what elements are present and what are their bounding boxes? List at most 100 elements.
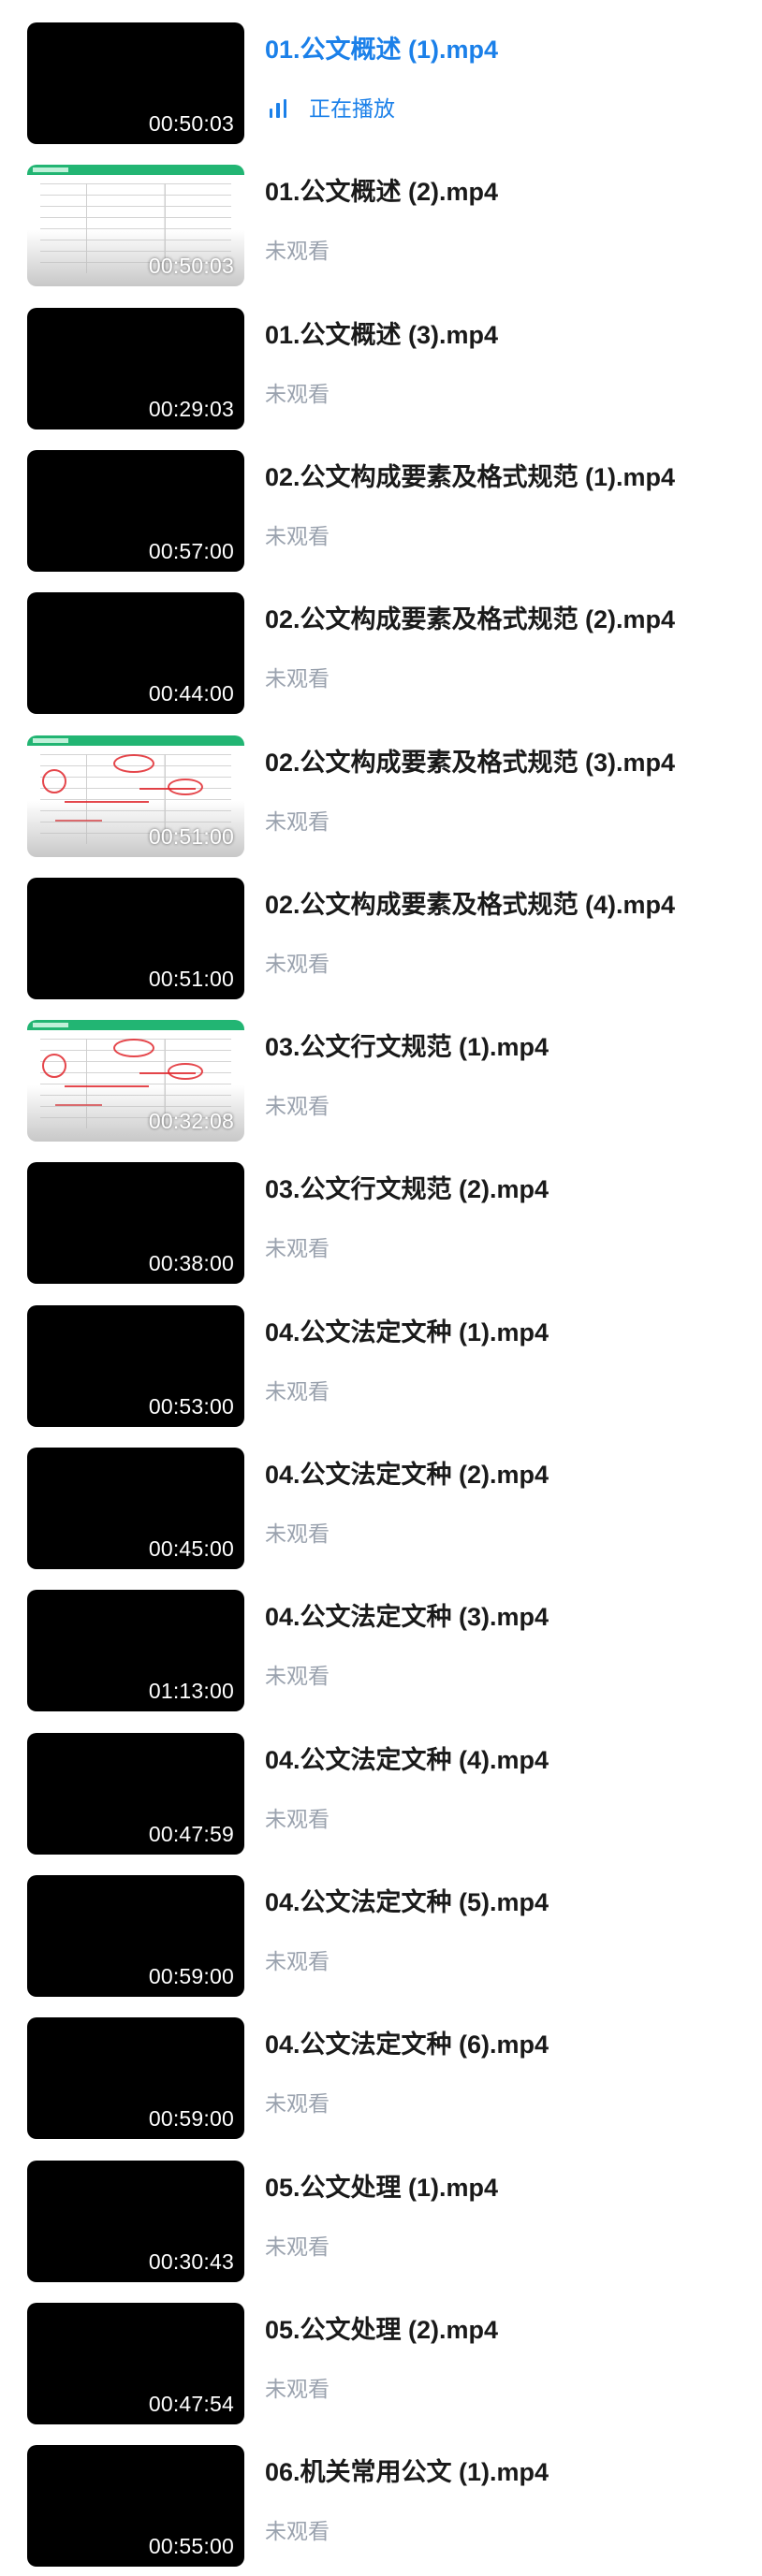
- video-thumbnail[interactable]: 00:50:03: [27, 165, 244, 286]
- video-title[interactable]: 02.公文构成要素及格式规范 (3).mp4: [265, 747, 675, 779]
- video-thumbnail[interactable]: 00:44:00: [27, 592, 244, 714]
- watch-status: 未观看: [265, 2234, 330, 2260]
- video-title[interactable]: 05.公文处理 (2).mp4: [265, 2314, 498, 2346]
- video-title[interactable]: 03.公文行文规范 (1).mp4: [265, 1031, 549, 1063]
- status-label: 未观看: [265, 524, 330, 548]
- status-label: 未观看: [265, 2519, 330, 2543]
- video-duration: 00:59:00: [148, 2106, 234, 2131]
- status-label: 未观看: [265, 1094, 330, 1118]
- status-label: 正在播放: [309, 96, 395, 121]
- playlist-item[interactable]: 00:47:54 05.公文处理 (2).mp4 未观看: [0, 2303, 762, 2434]
- video-playlist: 00:50:03 01.公文概述 (1).mp4 正在播放 00:50:03 01.公文…: [0, 0, 762, 2567]
- video-thumbnail[interactable]: 00:47:59: [27, 1733, 244, 1855]
- video-thumbnail[interactable]: 00:59:00: [27, 2017, 244, 2139]
- video-thumbnail[interactable]: 00:57:00: [27, 450, 244, 572]
- video-thumbnail[interactable]: 00:45:00: [27, 1448, 244, 1569]
- playlist-item[interactable]: 00:51:00 02.公文构成要素及格式规范 (4).mp4 未观看: [0, 878, 762, 1009]
- playlist-item[interactable]: 00:30:43 05.公文处理 (1).mp4 未观看: [0, 2161, 762, 2292]
- video-title[interactable]: 04.公文法定文种 (3).mp4: [265, 1601, 549, 1633]
- video-thumbnail[interactable]: 00:51:00: [27, 735, 244, 857]
- status-label: 未观看: [265, 1521, 330, 1546]
- video-duration: 00:29:03: [148, 397, 234, 421]
- status-label: 未观看: [265, 1949, 330, 1973]
- handwritten-annotation: [139, 1072, 196, 1074]
- watch-status: 未观看: [265, 1378, 330, 1404]
- handwritten-annotation: [113, 754, 154, 773]
- playlist-item[interactable]: 00:32:08 03.公文行文规范 (1).mp4 未观看: [0, 1020, 762, 1151]
- watch-status: 未观看: [265, 1948, 330, 1974]
- playlist-item[interactable]: 00:55:00 06.机关常用公文 (1).mp4 未观看: [0, 2445, 762, 2576]
- slide-header-bar: [27, 165, 244, 175]
- watch-status: 未观看: [265, 1806, 330, 1832]
- playlist-item[interactable]: 00:50:03 01.公文概述 (2).mp4 未观看: [0, 165, 762, 296]
- status-label: 未观看: [265, 1236, 330, 1260]
- status-label: 未观看: [265, 2377, 330, 2401]
- slide-header-bar: [27, 1020, 244, 1030]
- video-title[interactable]: 04.公文法定文种 (1).mp4: [265, 1317, 549, 1348]
- video-title[interactable]: 05.公文处理 (1).mp4: [265, 2172, 498, 2204]
- video-duration: 00:51:00: [148, 824, 234, 849]
- video-thumbnail[interactable]: 00:47:54: [27, 2303, 244, 2424]
- video-duration: 00:44:00: [148, 681, 234, 706]
- watch-status: 未观看: [265, 1093, 330, 1119]
- playlist-item[interactable]: 00:29:03 01.公文概述 (3).mp4 未观看: [0, 308, 762, 439]
- video-thumbnail[interactable]: 00:38:00: [27, 1162, 244, 1284]
- video-duration: 00:55:00: [148, 2534, 234, 2558]
- video-title[interactable]: 03.公文行文规范 (2).mp4: [265, 1173, 549, 1205]
- video-title[interactable]: 01.公文概述 (2).mp4: [265, 176, 498, 208]
- status-label: 未观看: [265, 382, 330, 406]
- video-duration: 00:38:00: [148, 1251, 234, 1275]
- watch-status: 未观看: [265, 1663, 330, 1689]
- playlist-item[interactable]: 00:53:00 04.公文法定文种 (1).mp4 未观看: [0, 1305, 762, 1436]
- video-title[interactable]: 04.公文法定文种 (6).mp4: [265, 2029, 549, 2060]
- status-label: 未观看: [265, 1807, 330, 1831]
- playlist-item[interactable]: 00:57:00 02.公文构成要素及格式规范 (1).mp4 未观看: [0, 450, 762, 581]
- playlist-item[interactable]: 00:50:03 01.公文概述 (1).mp4 正在播放: [0, 22, 762, 153]
- playlist-item[interactable]: 00:47:59 04.公文法定文种 (4).mp4 未观看: [0, 1733, 762, 1864]
- video-thumbnail[interactable]: 00:55:00: [27, 2445, 244, 2567]
- video-title[interactable]: 04.公文法定文种 (5).mp4: [265, 1886, 549, 1918]
- video-thumbnail[interactable]: 00:50:03: [27, 22, 244, 144]
- status-label: 未观看: [265, 1664, 330, 1688]
- watch-status: 未观看: [265, 1235, 330, 1261]
- handwritten-annotation: [42, 769, 66, 793]
- playlist-item[interactable]: 01:13:00 04.公文法定文种 (3).mp4 未观看: [0, 1590, 762, 1721]
- video-duration: 00:47:54: [148, 2392, 234, 2416]
- playlist-item[interactable]: 00:59:00 04.公文法定文种 (6).mp4 未观看: [0, 2017, 762, 2148]
- watch-status: 未观看: [265, 2518, 330, 2544]
- handwritten-annotation: [168, 779, 203, 795]
- status-label: 未观看: [265, 239, 330, 263]
- handwritten-annotation: [113, 1039, 154, 1057]
- handwritten-annotation: [168, 1063, 203, 1080]
- video-title[interactable]: 04.公文法定文种 (2).mp4: [265, 1459, 549, 1491]
- playlist-item[interactable]: 00:51:00 02.公文构成要素及格式规范 (3).mp4 未观看: [0, 735, 762, 866]
- video-duration: 01:13:00: [148, 1679, 234, 1703]
- playlist-item[interactable]: 00:45:00 04.公文法定文种 (2).mp4 未观看: [0, 1448, 762, 1579]
- video-title[interactable]: 02.公文构成要素及格式规范 (2).mp4: [265, 604, 675, 635]
- video-thumbnail[interactable]: 01:13:00: [27, 1590, 244, 1711]
- playlist-item[interactable]: 00:44:00 02.公文构成要素及格式规范 (2).mp4 未观看: [0, 592, 762, 723]
- video-title[interactable]: 02.公文构成要素及格式规范 (1).mp4: [265, 461, 675, 493]
- status-label: 未观看: [265, 809, 330, 834]
- playlist-item[interactable]: 00:38:00 03.公文行文规范 (2).mp4 未观看: [0, 1162, 762, 1293]
- status-label: 未观看: [265, 2091, 330, 2116]
- video-thumbnail[interactable]: 00:59:00: [27, 1875, 244, 1997]
- video-title[interactable]: 04.公文法定文种 (4).mp4: [265, 1744, 549, 1776]
- video-title[interactable]: 01.公文概述 (3).mp4: [265, 319, 498, 351]
- video-title[interactable]: 06.机关常用公文 (1).mp4: [265, 2456, 549, 2488]
- video-title[interactable]: 01.公文概述 (1).mp4: [265, 34, 498, 65]
- video-thumbnail[interactable]: 00:30:43: [27, 2161, 244, 2282]
- video-thumbnail[interactable]: 00:51:00: [27, 878, 244, 999]
- watch-status: 未观看: [265, 808, 330, 835]
- video-title[interactable]: 02.公文构成要素及格式规范 (4).mp4: [265, 889, 675, 921]
- video-thumbnail[interactable]: 00:32:08: [27, 1020, 244, 1142]
- handwritten-annotation: [42, 1054, 66, 1078]
- video-duration: 00:51:00: [148, 967, 234, 991]
- video-thumbnail[interactable]: 00:29:03: [27, 308, 244, 429]
- playlist-item[interactable]: 00:59:00 04.公文法定文种 (5).mp4 未观看: [0, 1875, 762, 2006]
- video-duration: 00:45:00: [148, 1536, 234, 1561]
- video-thumbnail[interactable]: 00:53:00: [27, 1305, 244, 1427]
- video-duration: 00:47:59: [148, 1822, 234, 1846]
- watch-status: 未观看: [265, 238, 330, 264]
- watch-status: 未观看: [265, 665, 330, 691]
